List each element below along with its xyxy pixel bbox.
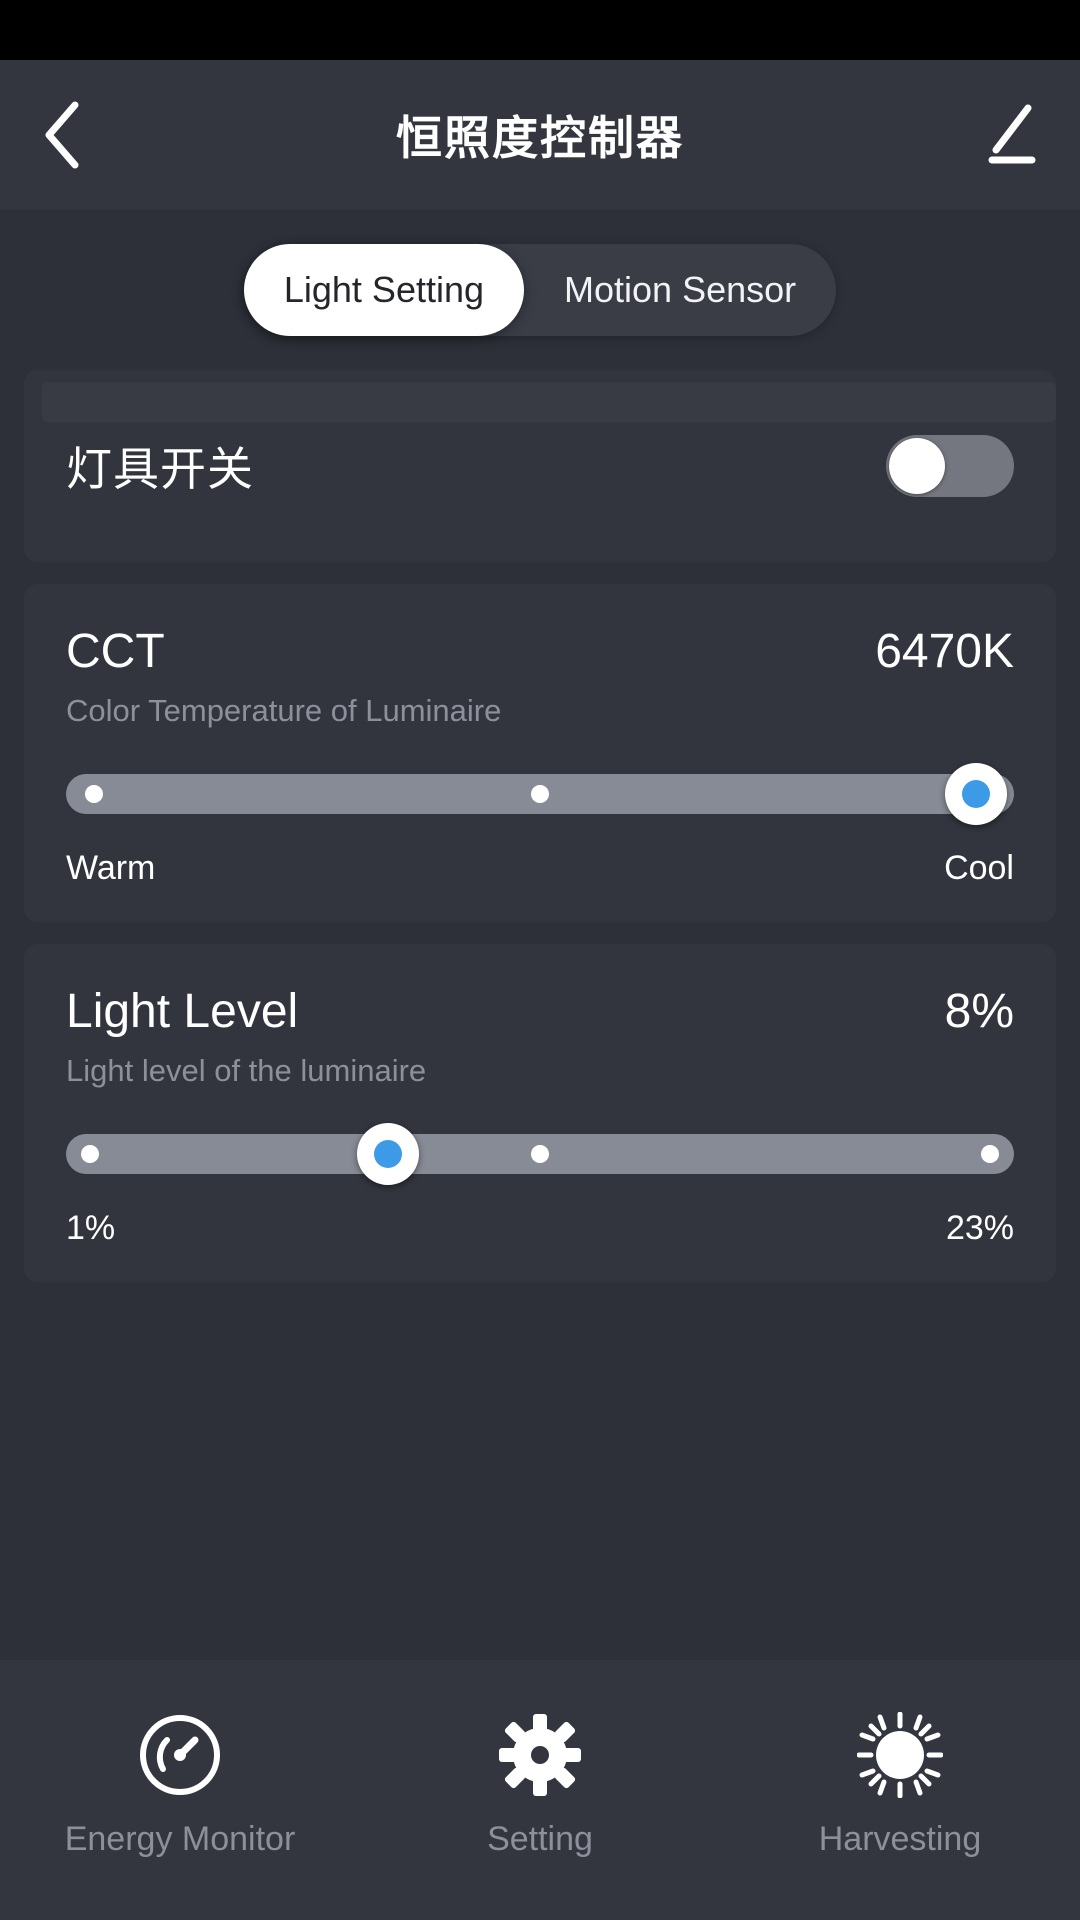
tab-motion-sensor-label: Motion Sensor xyxy=(564,269,797,310)
light-level-slider-thumb[interactable] xyxy=(357,1123,420,1185)
cct-tick-mid xyxy=(531,785,549,803)
cct-tick-min xyxy=(85,785,104,803)
light-level-tick-mid xyxy=(531,1145,549,1163)
nav-item-setting[interactable]: Setting xyxy=(390,1712,690,1859)
bottom-navigation: Energy Monitor Setting Harvesting xyxy=(0,1660,1080,1920)
cct-title: CCT xyxy=(66,625,165,678)
sun-icon xyxy=(857,1711,943,1798)
edit-button[interactable] xyxy=(976,95,1046,175)
cct-value: 6470K xyxy=(875,625,1014,678)
light-level-range-labels: 1% 23% xyxy=(66,1209,1014,1248)
power-switch-card: 灯具开关 xyxy=(24,370,1056,562)
nav-label-setting: Setting xyxy=(487,1819,593,1858)
cct-max-label: Cool xyxy=(944,849,1014,887)
cct-card: CCT 6470K Color Temperature of Luminaire… xyxy=(24,584,1056,922)
tab-motion-sensor[interactable]: Motion Sensor xyxy=(524,244,836,336)
light-level-min-label: 1% xyxy=(66,1209,116,1247)
light-level-slider[interactable] xyxy=(66,1123,1014,1185)
light-level-subtitle: Light level of the luminaire xyxy=(66,1053,427,1088)
tab-light-setting[interactable]: Light Setting xyxy=(243,244,525,336)
nav-item-harvesting[interactable]: Harvesting xyxy=(750,1711,1050,1859)
nav-label-energy-monitor: Energy Monitor xyxy=(64,1819,296,1858)
gear-icon xyxy=(497,1712,583,1798)
cct-slider[interactable] xyxy=(66,763,1014,825)
light-level-tick-min xyxy=(80,1145,99,1163)
cct-min-label: Warm xyxy=(66,849,156,887)
page-title: 恒照度控制器 xyxy=(396,112,684,164)
light-level-slider-track[interactable] xyxy=(66,1123,1014,1185)
light-level-max-label: 23% xyxy=(945,1209,1014,1247)
cct-subtitle: Color Temperature of Luminaire xyxy=(66,693,502,728)
nav-item-energy-monitor[interactable]: Energy Monitor xyxy=(30,1712,330,1859)
toggle-knob xyxy=(889,438,945,494)
light-level-thumb-dot xyxy=(374,1140,403,1168)
light-level-tick-max xyxy=(981,1145,1000,1163)
power-switch-label: 灯具开关 xyxy=(66,443,254,495)
main-content: 灯具开关 CCT 6470K Color Temperature of Lumi… xyxy=(0,370,1080,1660)
light-level-card: Light Level 8% Light level of the lumina… xyxy=(24,944,1056,1282)
tab-bar: Light Setting Motion Sensor xyxy=(0,210,1080,370)
cct-slider-thumb[interactable] xyxy=(945,763,1008,825)
cct-thumb-dot xyxy=(962,780,991,808)
cct-header-row: CCT 6470K xyxy=(66,624,1014,679)
light-level-header-row: Light Level 8% xyxy=(66,984,1014,1039)
tab-light-setting-label: Light Setting xyxy=(283,269,485,310)
light-level-value: 8% xyxy=(944,985,1014,1038)
cct-range-labels: Warm Cool xyxy=(66,849,1014,888)
segmented-control: Light Setting Motion Sensor xyxy=(243,244,837,336)
app-header: 恒照度控制器 xyxy=(0,60,1080,210)
cct-slider-track[interactable] xyxy=(66,763,1014,825)
power-toggle-switch[interactable] xyxy=(886,435,1014,497)
light-level-title: Light Level xyxy=(66,985,299,1038)
nav-label-harvesting: Harvesting xyxy=(818,1819,982,1858)
gauge-icon xyxy=(137,1712,223,1798)
app-screen: 恒照度控制器 Light Setting Motion Sensor 灯具开关 xyxy=(0,0,1080,1920)
back-button[interactable] xyxy=(28,95,98,175)
status-bar xyxy=(0,0,1080,60)
